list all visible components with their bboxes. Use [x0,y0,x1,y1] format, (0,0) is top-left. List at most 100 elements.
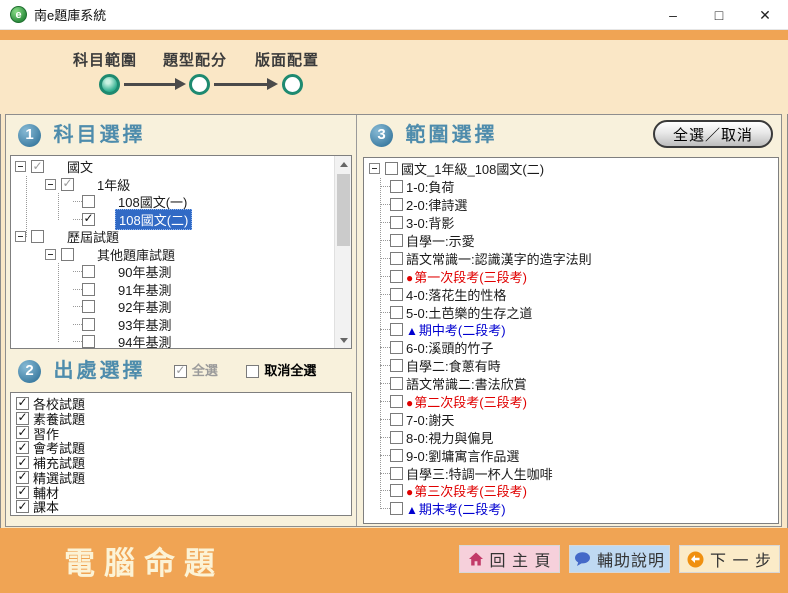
source-item-checkbox[interactable] [16,486,29,499]
tree-item[interactable]: 5-0:土芭樂的生存之道 [364,303,778,321]
tree-item-label[interactable]: 9-0:劉墉寓言作品選 [403,446,522,465]
tree-checkbox[interactable] [82,213,95,226]
tree-item-label[interactable]: 6-0:溪頭的竹子 [403,338,496,357]
tree-item-label[interactable]: 90年基測 [115,262,174,281]
tree-item-label[interactable]: 自學一:示愛 [403,231,478,250]
tree-item[interactable]: 7-0:謝天 [364,410,778,428]
tree-item[interactable]: 其他題庫試題 [11,246,351,264]
tree-checkbox[interactable] [390,216,403,229]
tree-expander-icon[interactable] [45,249,56,260]
scrollbar-thumb[interactable] [337,174,350,246]
tree-item-label[interactable]: ●第二次段考(三段考) [403,392,530,411]
tree-checkbox[interactable] [82,300,95,313]
deselect-all-checkbox[interactable]: 取消全選 [246,358,316,384]
tree-expander-icon[interactable] [45,179,56,190]
tree-item-label[interactable]: ●第三次段考(三段考) [403,481,530,500]
tree-item[interactable]: ●第一次段考(三段考) [364,267,778,285]
tree-item[interactable]: 自學二:食蔥有時 [364,357,778,375]
tree-item[interactable]: 9-0:劉墉寓言作品選 [364,446,778,464]
tree-item-label[interactable]: 108國文(二) [115,209,192,230]
tree-checkbox[interactable] [390,288,403,301]
source-item-checkbox[interactable] [16,441,29,454]
tree-item-label[interactable]: 91年基測 [115,280,174,299]
tree-item-label[interactable]: 其他題庫試題 [94,245,178,264]
tree-checkbox[interactable] [390,234,403,247]
tree-checkbox[interactable] [390,467,403,480]
tree-checkbox[interactable] [82,318,95,331]
next-step-button[interactable]: 下 一 步 [679,545,780,573]
tree-item[interactable]: 91年基測 [11,281,351,299]
tree-checkbox[interactable] [390,359,403,372]
source-list-item[interactable]: 課本 [13,500,349,515]
tree-checkbox[interactable] [390,377,403,390]
tree-checkbox[interactable] [390,252,403,265]
tree-checkbox[interactable] [390,413,403,426]
tree-item-label[interactable]: 92年基測 [115,297,174,316]
tree-item[interactable]: 國文_1年級_108國文(二) [364,160,778,178]
tree-checkbox[interactable] [82,195,95,208]
tree-item-label[interactable]: 5-0:土芭樂的生存之道 [403,303,535,322]
tree-item[interactable]: 自學一:示愛 [364,232,778,250]
select-all-checkbox[interactable]: 全選 [174,358,218,384]
scroll-down-icon[interactable] [335,332,352,348]
tree-item[interactable]: ▲期中考(二段考) [364,321,778,339]
tree-item[interactable]: 語文常識二:書法欣賞 [364,375,778,393]
close-button[interactable]: ✕ [742,0,788,30]
tree-item[interactable]: ●第三次段考(三段考) [364,482,778,500]
tree-checkbox[interactable] [61,178,74,191]
deselect-all-checkbox-box[interactable] [246,365,259,378]
tree-item-label[interactable]: 國文_1年級_108國文(二) [398,159,547,178]
tree-item[interactable]: 3-0:背影 [364,214,778,232]
tree-item-label[interactable]: ●第一次段考(三段考) [403,267,530,286]
source-list-item[interactable]: 精選試題 [13,470,349,485]
tree-checkbox[interactable] [390,502,403,515]
tree-checkbox[interactable] [390,323,403,336]
tree-item[interactable]: 1-0:負荷 [364,178,778,196]
tree-checkbox[interactable] [82,283,95,296]
help-button[interactable]: 輔助說明 [569,545,670,573]
tree-checkbox[interactable] [61,248,74,261]
tree-item[interactable]: 8-0:視力與偏見 [364,428,778,446]
source-item-checkbox[interactable] [16,456,29,469]
tree-item[interactable]: 108國文(二) [11,211,351,229]
tree-item[interactable]: 6-0:溪頭的竹子 [364,339,778,357]
source-list-item[interactable]: 素養試題 [13,411,349,426]
source-list-item[interactable]: 輔材 [13,485,349,500]
tree-item[interactable]: 1年級 [11,176,351,194]
tree-item-label[interactable]: 語文常識一:認識漢字的造字法則 [403,249,595,268]
tree-checkbox[interactable] [31,160,44,173]
tree-item[interactable]: 自學三:特調一杯人生咖啡 [364,464,778,482]
tree-checkbox[interactable] [390,484,403,497]
tree-item[interactable]: 歷屆試題 [11,228,351,246]
source-item-checkbox[interactable] [16,412,29,425]
select-all-toggle-button[interactable]: 全選／取消 [653,120,773,148]
tree-item-label[interactable]: 國文 [64,157,96,176]
tree-item-label[interactable]: ▲期末考(二段考) [403,499,509,518]
tree-checkbox[interactable] [390,306,403,319]
tree-checkbox[interactable] [385,162,398,175]
tree-item-label[interactable]: 8-0:視力與偏見 [403,428,496,447]
tree-checkbox[interactable] [390,341,403,354]
tree-item-label[interactable]: 3-0:背影 [403,213,457,232]
scroll-up-icon[interactable] [335,156,352,172]
tree-checkbox[interactable] [390,180,403,193]
tree-expander-icon[interactable] [15,161,26,172]
tree-item[interactable]: 國文 [11,158,351,176]
tree-item[interactable]: ▲期末考(二段考) [364,500,778,518]
tree-item[interactable]: 94年基測 [11,333,351,349]
maximize-button[interactable]: □ [696,0,742,30]
tree-item[interactable]: 93年基測 [11,316,351,334]
tree-item-label[interactable]: 自學二:食蔥有時 [403,356,504,375]
tree-item-label[interactable]: 94年基測 [115,332,174,349]
tree-item[interactable]: 4-0:落花生的性格 [364,285,778,303]
tree-checkbox[interactable] [390,270,403,283]
tree-item-label[interactable]: ▲期中考(二段考) [403,320,509,339]
tree-checkbox[interactable] [390,431,403,444]
tree-checkbox[interactable] [390,198,403,211]
select-all-checkbox-box[interactable] [174,365,187,378]
tree-checkbox[interactable] [82,335,95,348]
tree-checkbox[interactable] [390,395,403,408]
tree-item[interactable]: 語文常識一:認識漢字的造字法則 [364,249,778,267]
tree-item-label[interactable]: 2-0:律詩選 [403,195,470,214]
tree-item[interactable]: 92年基測 [11,298,351,316]
